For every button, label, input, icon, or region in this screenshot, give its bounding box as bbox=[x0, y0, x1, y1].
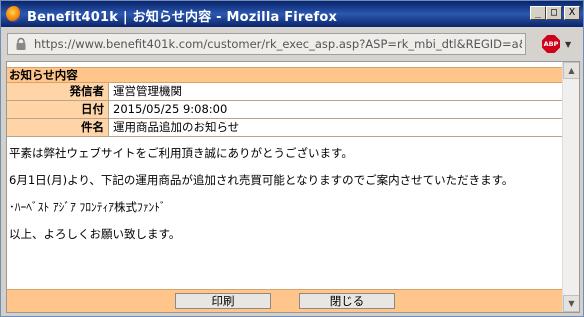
chevron-down-icon[interactable]: ▼ bbox=[565, 40, 571, 49]
field-label: 日付 bbox=[7, 101, 109, 118]
field-label: 件名 bbox=[7, 119, 109, 136]
firefox-icon bbox=[6, 6, 22, 22]
maximize-button[interactable]: □ bbox=[546, 6, 562, 20]
close-button[interactable]: X bbox=[564, 6, 580, 20]
scroll-down-icon[interactable]: ▼ bbox=[563, 295, 579, 312]
minimize-button[interactable]: _ bbox=[530, 6, 546, 20]
url-bar: https://www.benefit401k.com/customer/rk_… bbox=[1, 27, 583, 61]
message-line: 平素は弊社ウェブサイトをご利用頂き誠にありがとうございます。 bbox=[9, 146, 353, 160]
field-row-date: 日付 2015/05/25 9:08:00 bbox=[7, 101, 562, 119]
title-bar[interactable]: Benefit401k | お知らせ内容 - Mozilla Firefox _… bbox=[1, 1, 583, 27]
field-value: 運営管理機関 bbox=[113, 84, 182, 98]
notice-header-label: お知らせ内容 bbox=[9, 68, 78, 82]
window-title: Benefit401k | お知らせ内容 - Mozilla Firefox bbox=[27, 10, 338, 25]
browser-window: Benefit401k | お知らせ内容 - Mozilla Firefox _… bbox=[0, 0, 584, 317]
field-value: 2015/05/25 9:08:00 bbox=[113, 102, 228, 116]
adblock-icon[interactable]: ABP bbox=[542, 35, 560, 53]
field-label: 発信者 bbox=[7, 83, 109, 100]
close-window-button[interactable]: 閉じる bbox=[299, 293, 395, 309]
message-line: ･ﾊｰﾍﾞｽﾄ ｱｼﾞｱ ﾌﾛﾝﾃｨｱ株式ﾌｧﾝﾄﾞ bbox=[9, 200, 166, 214]
button-bar: 印刷 閉じる bbox=[7, 289, 562, 312]
scroll-up-icon[interactable]: ▲ bbox=[563, 62, 579, 79]
field-value: 運用商品追加のお知らせ bbox=[113, 120, 240, 134]
url-text: https://www.benefit401k.com/customer/rk_… bbox=[34, 37, 522, 51]
lock-icon[interactable] bbox=[14, 37, 28, 51]
message-line: 以上、よろしくお願い致します。 bbox=[9, 227, 181, 241]
page-content: お知らせ内容 発信者 運営管理機関 日付 2015/05/25 9:08:00 … bbox=[6, 61, 580, 313]
field-row-subject: 件名 運用商品追加のお知らせ bbox=[7, 119, 562, 137]
notice-panel: お知らせ内容 発信者 運営管理機関 日付 2015/05/25 9:08:00 … bbox=[7, 62, 562, 312]
print-button[interactable]: 印刷 bbox=[175, 293, 271, 309]
field-row-sender: 発信者 運営管理機関 bbox=[7, 83, 562, 101]
notice-header: お知らせ内容 bbox=[7, 67, 562, 83]
vertical-scrollbar[interactable]: ▲ ▼ bbox=[562, 62, 579, 312]
message-line: 6月1日(月)より、下記の運用商品が追加され売買可能となりますのでご案内させてい… bbox=[9, 173, 514, 187]
address-field[interactable]: https://www.benefit401k.com/customer/rk_… bbox=[7, 33, 526, 55]
